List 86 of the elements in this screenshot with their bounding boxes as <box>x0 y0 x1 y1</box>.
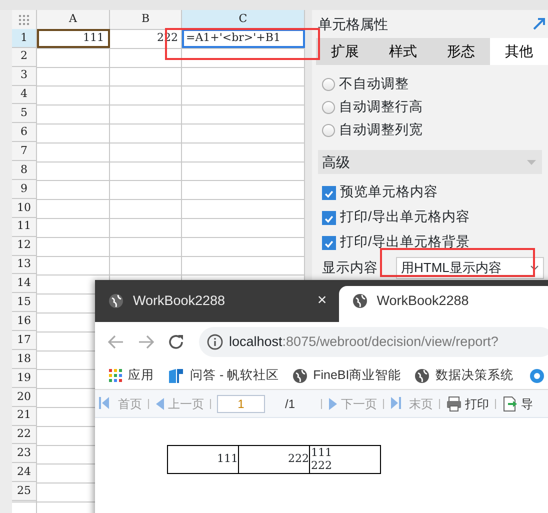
bookmark[interactable]: FineBI商业智能 <box>293 366 402 385</box>
row-header[interactable]: 4 <box>12 86 37 104</box>
radio-button[interactable] <box>322 78 335 91</box>
checkbox[interactable] <box>322 236 336 250</box>
section-title: 高级 <box>322 152 350 172</box>
row-header[interactable]: 7 <box>12 142 37 162</box>
tab[interactable]: 形态 <box>432 38 490 65</box>
row-header[interactable]: 13 <box>12 256 37 274</box>
tab-title: WorkBook2288 <box>133 292 226 310</box>
row-header[interactable]: 16 <box>12 312 37 332</box>
tab[interactable]: 样式 <box>374 38 432 65</box>
formula-cell[interactable]: =A1+'<br>'+B1 <box>182 28 305 48</box>
row-header[interactable]: 1 <box>12 28 37 48</box>
dropdown-value: 用HTML显示内容 <box>401 259 502 278</box>
radio-label[interactable]: 不自动调整 <box>339 74 409 95</box>
info-icon <box>207 334 223 350</box>
checkbox[interactable] <box>322 210 336 224</box>
browser-tab[interactable]: WorkBook2288 <box>338 286 548 322</box>
address-field[interactable]: localhost:8075/webroot/decision/view/report? <box>199 327 548 357</box>
column-header[interactable]: B <box>110 10 182 30</box>
toolbar-button[interactable]: 打印 <box>446 394 490 412</box>
bookmark[interactable]: 应用 <box>109 366 154 385</box>
row-header[interactable]: 5 <box>12 104 37 124</box>
row-header[interactable]: 24 <box>12 463 37 482</box>
row-header[interactable]: 6 <box>12 123 37 142</box>
globe-icon <box>415 368 430 382</box>
scroll-bar[interactable] <box>305 10 312 280</box>
back-icon[interactable] <box>107 334 124 350</box>
report-cell: 222 <box>238 445 310 474</box>
row-header[interactable]: 10 <box>12 198 37 218</box>
apps-icon <box>109 369 122 382</box>
forward-icon[interactable] <box>138 334 155 350</box>
section-header[interactable]: 高级 <box>318 150 542 174</box>
table-cell[interactable]: 111 <box>37 28 110 48</box>
row-header[interactable]: 23 <box>12 444 37 464</box>
checkbox-label[interactable]: 预览单元格内容 <box>340 182 438 203</box>
radio-label[interactable]: 自动调整列宽 <box>339 120 423 141</box>
checkbox-label[interactable]: 打印/导出单元格背景 <box>340 232 470 253</box>
caret-icon[interactable] <box>530 265 539 271</box>
report-cell: 111 222 <box>309 445 381 474</box>
row-header[interactable]: 22 <box>12 426 37 444</box>
row-header[interactable]: 14 <box>12 274 37 294</box>
row-header[interactable]: 2 <box>12 48 37 67</box>
bookmark[interactable]: 数据决策系统 <box>415 366 514 385</box>
globe-icon <box>293 368 308 382</box>
row-header[interactable]: 19 <box>12 368 37 388</box>
toolbar-button[interactable]: 导 <box>502 394 534 412</box>
column-header[interactable]: C <box>182 10 305 30</box>
report-cell: 111 <box>167 445 239 474</box>
export-icon <box>502 396 518 412</box>
page-total: /1 <box>285 396 296 412</box>
row-header[interactable]: 21 <box>12 406 37 426</box>
tab-title: WorkBook2288 <box>376 292 469 310</box>
tab[interactable]: 扩展 <box>316 38 374 65</box>
row-header[interactable]: 8 <box>12 161 37 180</box>
row-header[interactable]: 12 <box>12 236 37 256</box>
url-text: localhost:8075/webroot/decision/view/report? <box>229 332 498 351</box>
row-header[interactable]: 9 <box>12 180 37 199</box>
row-header[interactable]: 3 <box>12 66 37 86</box>
globe-icon <box>352 294 367 308</box>
row-header[interactable]: 17 <box>12 331 37 350</box>
tab[interactable]: 其他 <box>490 38 548 65</box>
reload-icon[interactable] <box>169 334 185 350</box>
bookmark[interactable]: 问答 - 帆软社区 <box>168 366 280 385</box>
display-dropdown[interactable]: 用HTML显示内容 <box>396 257 544 279</box>
browser-tab[interactable]: WorkBook2288 × <box>95 286 339 322</box>
printer-icon <box>446 396 462 412</box>
row-header[interactable]: 25 <box>12 482 37 502</box>
radio-button[interactable] <box>322 124 335 137</box>
row-header[interactable]: 20 <box>12 388 37 407</box>
next-icon <box>328 396 338 410</box>
radio-label[interactable]: 自动调整行高 <box>339 97 423 118</box>
panel-title: 单元格属性 <box>318 14 388 34</box>
logo-icon <box>168 368 184 384</box>
checkbox-label[interactable]: 打印/导出单元格内容 <box>340 207 470 228</box>
select-all-icon[interactable] <box>19 14 29 24</box>
row-header[interactable]: 18 <box>12 350 37 369</box>
previous-icon <box>155 396 165 410</box>
expand-icon[interactable] <box>532 17 546 31</box>
row-header[interactable]: 15 <box>12 293 37 312</box>
radio-button[interactable] <box>322 101 335 114</box>
globe-icon <box>109 294 123 308</box>
row-header[interactable]: 11 <box>12 218 37 237</box>
field-label: 显示内容 <box>322 258 378 277</box>
column-header[interactable]: A <box>37 10 110 30</box>
checkbox[interactable] <box>322 186 336 200</box>
